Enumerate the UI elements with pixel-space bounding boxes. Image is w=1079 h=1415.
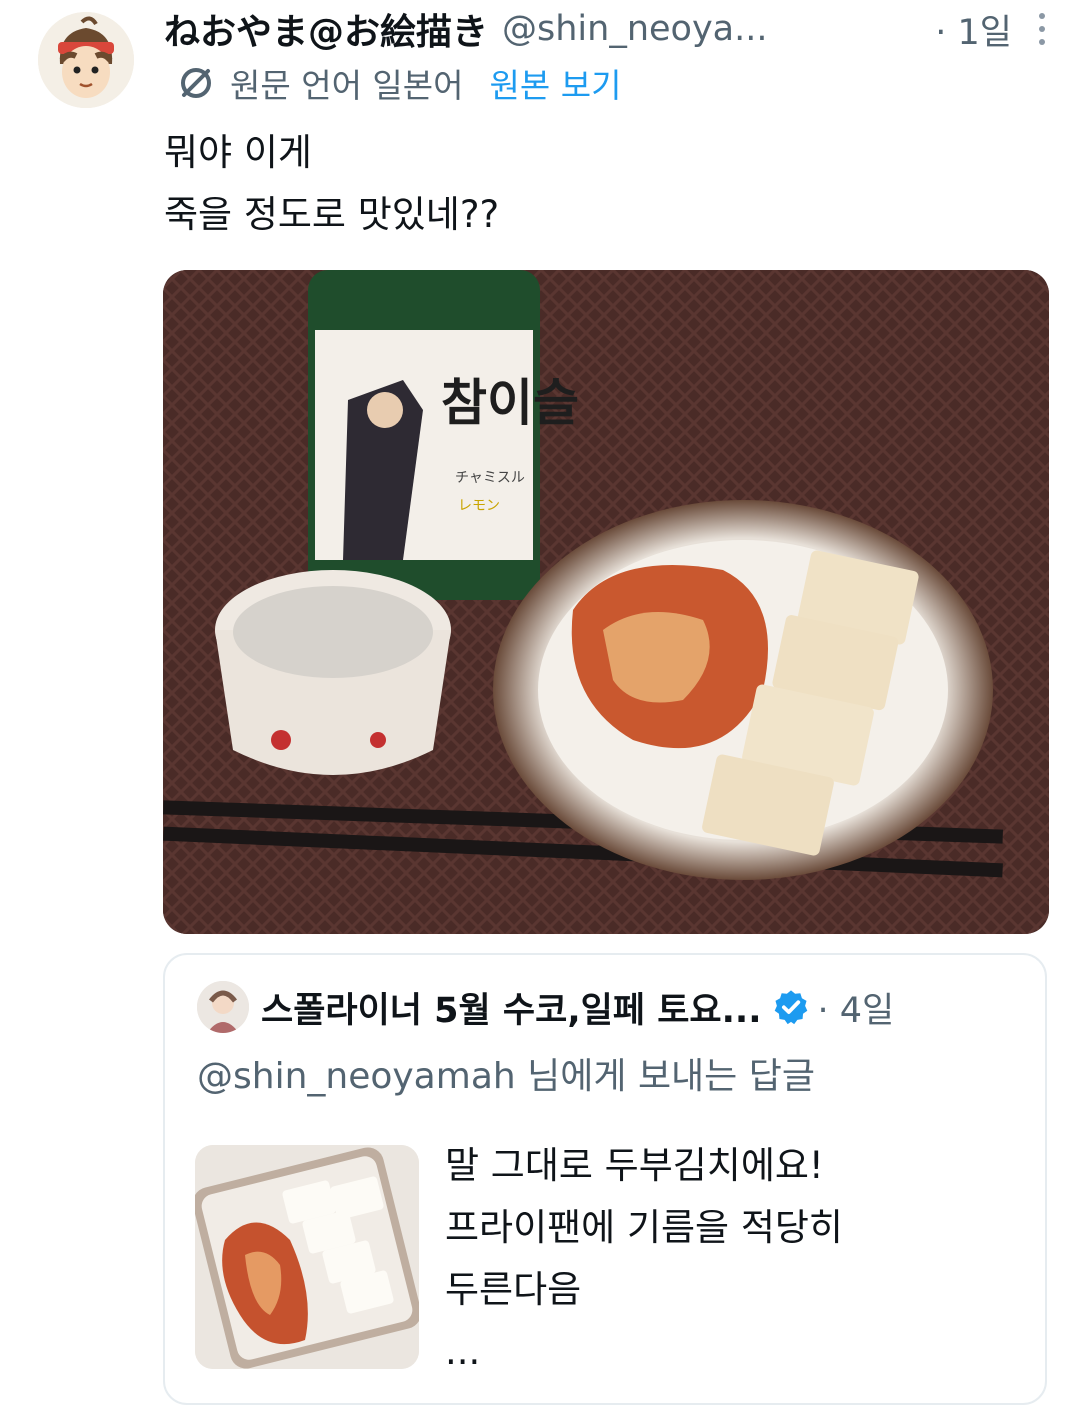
quoted-text-line: 프라이팬에 기름을 적당히 xyxy=(445,1206,843,1249)
author-display-name[interactable]: ねおやま@お絵描き xyxy=(164,3,488,55)
author-handle[interactable]: @shin_neoya... xyxy=(502,9,768,49)
quoted-tweet[interactable]: 스폴라이너 5월 수코,일페 토요... · 4일 @shin_neoyamah… xyxy=(163,953,1047,1405)
quoted-text-line: 두른다음 xyxy=(445,1268,582,1311)
tweet-header: ねおやま@お絵描き @shin_neoya... · 1일 xyxy=(164,4,1054,54)
quoted-author-avatar[interactable] xyxy=(197,981,249,1033)
tweet-text-line: 뭐야 이게 xyxy=(164,131,312,174)
quoted-text-ellipsis: ... xyxy=(445,1330,481,1373)
tweet-timestamp[interactable]: · 1일 xyxy=(935,4,1012,55)
quoted-tweet-header: 스폴라이너 5월 수코,일페 토요... · 4일 xyxy=(261,977,1021,1037)
tweet-photo[interactable]: 참이슬 チャミスル レモン xyxy=(163,270,1049,934)
verified-badge-icon xyxy=(774,990,807,1025)
translation-language-label: 원문 언어 일본어 xyxy=(230,66,464,105)
reply-to-label: @shin_neoyamah 님에게 보내는 답글 xyxy=(197,1056,815,1097)
quoted-author-name[interactable]: 스폴라이너 5월 수코,일페 토요... xyxy=(261,982,762,1033)
translation-row: 원문 언어 일본어 원본 보기 xyxy=(176,60,621,106)
quoted-text-line: 말 그대로 두부김치에요! xyxy=(445,1144,824,1187)
show-original-link[interactable]: 원본 보기 xyxy=(490,59,622,107)
quoted-tweet-timestamp[interactable]: · 4일 xyxy=(818,982,895,1033)
tweet-text: 뭐야 이게 죽을 정도로 맛있네?? xyxy=(164,122,1044,246)
bottle-label-title: 참이슬 xyxy=(441,374,579,432)
quoted-tweet-text: 말 그대로 두부김치에요! 프라이팬에 기름을 적당히 두른다음 ... xyxy=(445,1135,1025,1383)
more-options-icon[interactable] xyxy=(1030,9,1054,49)
author-avatar[interactable] xyxy=(38,12,134,108)
tweet-text-line: 죽을 정도로 맛있네?? xyxy=(164,193,500,236)
translate-icon xyxy=(181,68,211,98)
bottle-label-flavor: レモン xyxy=(458,498,500,514)
quoted-tweet-photo[interactable] xyxy=(195,1145,419,1369)
bottle-label-sub: チャミスル xyxy=(455,470,525,486)
